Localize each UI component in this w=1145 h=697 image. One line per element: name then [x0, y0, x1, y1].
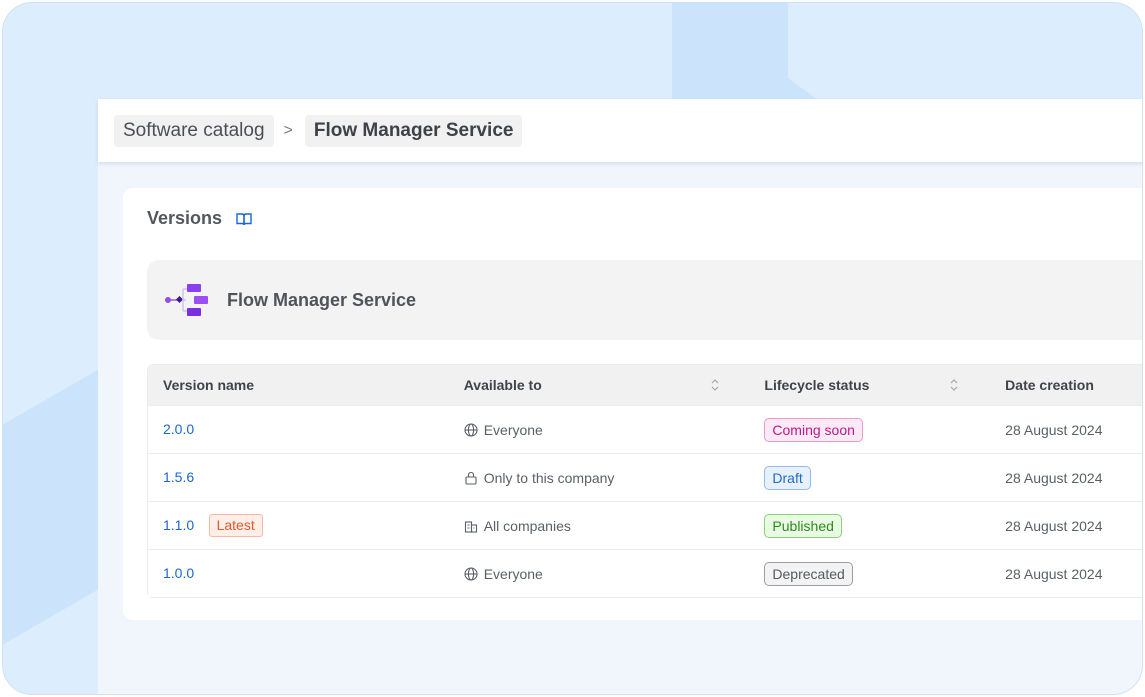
versions-card: Versions Flow Manager Service Version na…: [123, 188, 1142, 620]
version-cell: 2.0.0: [148, 421, 449, 439]
sort-icon[interactable]: [950, 378, 958, 392]
version-cell: 1.1.0 Latest: [148, 514, 449, 537]
service-summary: Flow Manager Service: [147, 260, 1142, 340]
table-row[interactable]: 2.0.0 Everyone Coming soon 28 August 202: [148, 405, 1142, 453]
version-link[interactable]: 2.0.0: [163, 421, 194, 437]
globe-icon: [464, 422, 478, 437]
column-header-label: Version name: [163, 377, 255, 393]
date-cell: 28 August 2024: [1005, 517, 1103, 534]
table-header: Version name Available to Lifecycle stat…: [148, 365, 1142, 405]
status-badge: Published: [764, 513, 842, 538]
page-title: Versions: [147, 208, 223, 228]
availability-label: All companies: [483, 517, 571, 534]
decorative-shape: [3, 366, 103, 680]
service-name: Flow Manager Service: [227, 289, 417, 310]
availability-cell: Everyone: [449, 566, 750, 582]
buildings-icon: [464, 520, 477, 533]
table-row[interactable]: 1.5.6 Only to this company Draft 28 Augu…: [148, 453, 1142, 501]
version-link[interactable]: 1.5.6: [163, 469, 194, 485]
status-badge: Draft: [764, 465, 811, 490]
status-badge: Deprecated: [764, 561, 853, 586]
breadcrumb: Software catalog > Flow Manager Service: [98, 99, 1142, 162]
decorative-shape: [672, 3, 788, 103]
breadcrumb-current: Flow Manager Service: [304, 114, 523, 147]
window-frame: Software catalog > Flow Manager Service …: [2, 2, 1143, 695]
column-header-lifecycle-status[interactable]: Lifecycle status: [749, 377, 990, 393]
version-cell: 1.5.6: [148, 469, 449, 487]
latest-badge: Latest: [208, 514, 263, 537]
availability-label: Everyone: [483, 421, 543, 438]
versions-header: Versions: [147, 208, 252, 229]
version-link[interactable]: 1.1.0: [163, 517, 194, 533]
status-cell: Deprecated: [749, 561, 990, 586]
date-cell: 28 August 2024: [1005, 469, 1103, 486]
column-header-date-creation: Date creation: [990, 377, 1142, 393]
app-content: Software catalog > Flow Manager Service …: [98, 99, 1142, 694]
breadcrumb-software-catalog[interactable]: Software catalog: [114, 114, 274, 147]
column-header-label: Date creation: [1005, 377, 1094, 393]
column-header-available-to[interactable]: Available to: [449, 377, 750, 393]
availability-cell: All companies: [449, 518, 750, 534]
book-icon[interactable]: [236, 212, 252, 226]
breadcrumb-separator: >: [283, 121, 293, 139]
availability-label: Only to this company: [483, 469, 615, 486]
version-cell: 1.0.0: [148, 565, 449, 583]
status-cell: Coming soon: [749, 417, 990, 442]
version-link[interactable]: 1.0.0: [163, 565, 194, 581]
table-row[interactable]: 1.1.0 Latest All companies Published 28 …: [148, 501, 1142, 549]
status-cell: Published: [749, 513, 990, 538]
versions-table: Version name Available to Lifecycle stat…: [147, 364, 1142, 598]
globe-icon: [464, 566, 478, 581]
availability-label: Everyone: [483, 565, 543, 582]
availability-cell: Everyone: [449, 422, 750, 438]
table-row[interactable]: 1.0.0 Everyone Deprecated 28 August 2024: [148, 549, 1142, 597]
availability-cell: Only to this company: [449, 470, 750, 486]
column-header-label: Available to: [463, 377, 542, 393]
status-badge: Coming soon: [764, 417, 863, 442]
sort-icon[interactable]: [711, 378, 719, 392]
status-cell: Draft: [749, 465, 990, 490]
lock-icon: [465, 471, 477, 485]
column-header-version-name: Version name: [148, 377, 449, 393]
column-header-label: Lifecycle status: [764, 377, 870, 393]
flow-diagram-icon: [164, 283, 210, 317]
date-cell: 28 August 2024: [1005, 565, 1103, 582]
date-cell: 28 August 2024: [1005, 421, 1103, 438]
